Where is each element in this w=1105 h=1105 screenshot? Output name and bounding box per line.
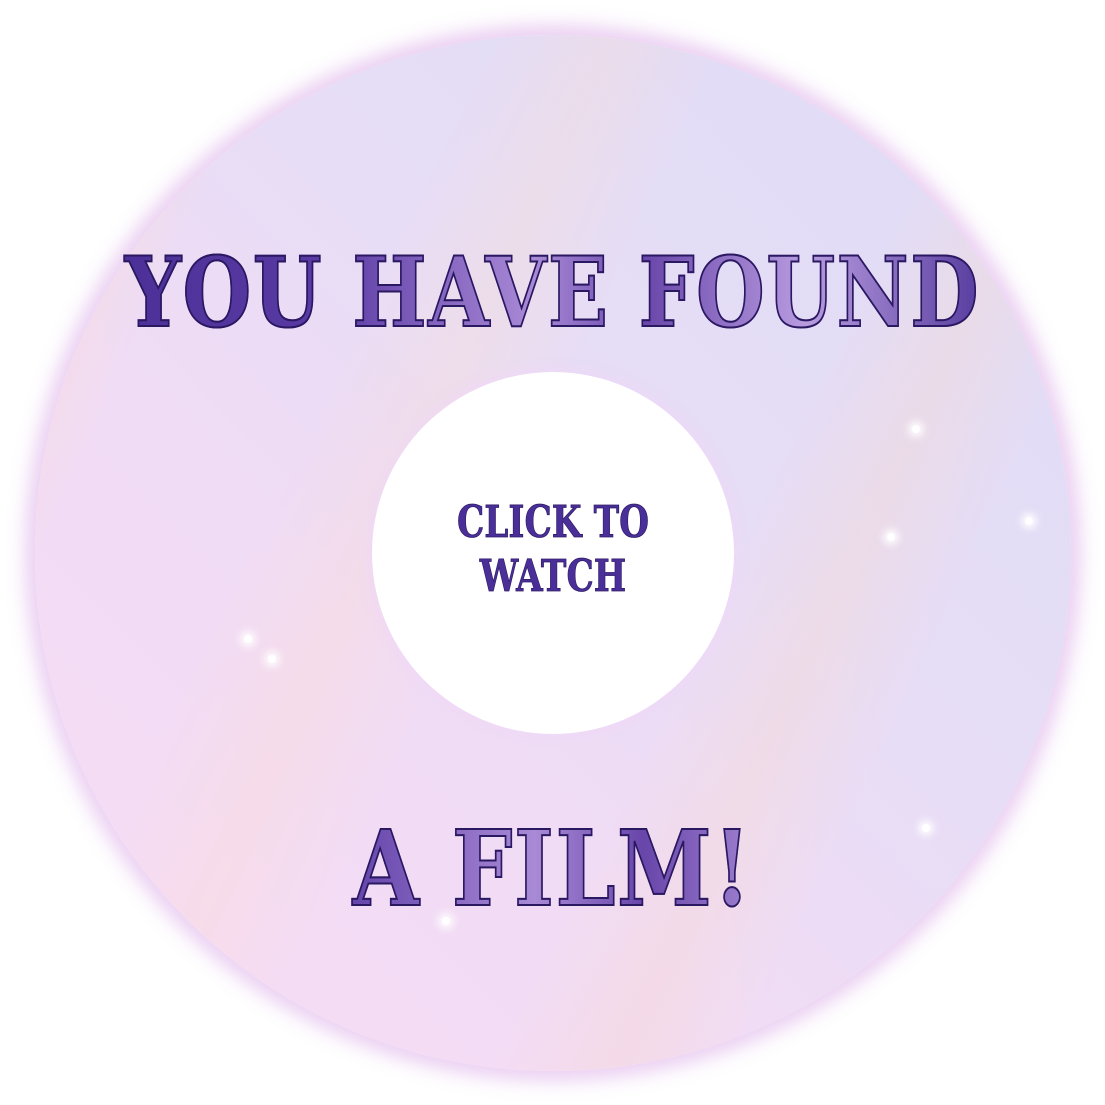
sparkle [887,533,895,541]
sparkle [268,655,276,663]
headline-top: YOU HAVE FOUND [99,237,1005,349]
sparkle [244,635,252,643]
headline-bottom: A FILM! [99,809,1005,929]
film-disc-page: YOU HAVE FOUND CLICK TO WATCH A FILM! [0,0,1105,1105]
sparkle [1025,517,1033,525]
sparkle [912,425,920,433]
watch-button[interactable] [372,372,734,734]
